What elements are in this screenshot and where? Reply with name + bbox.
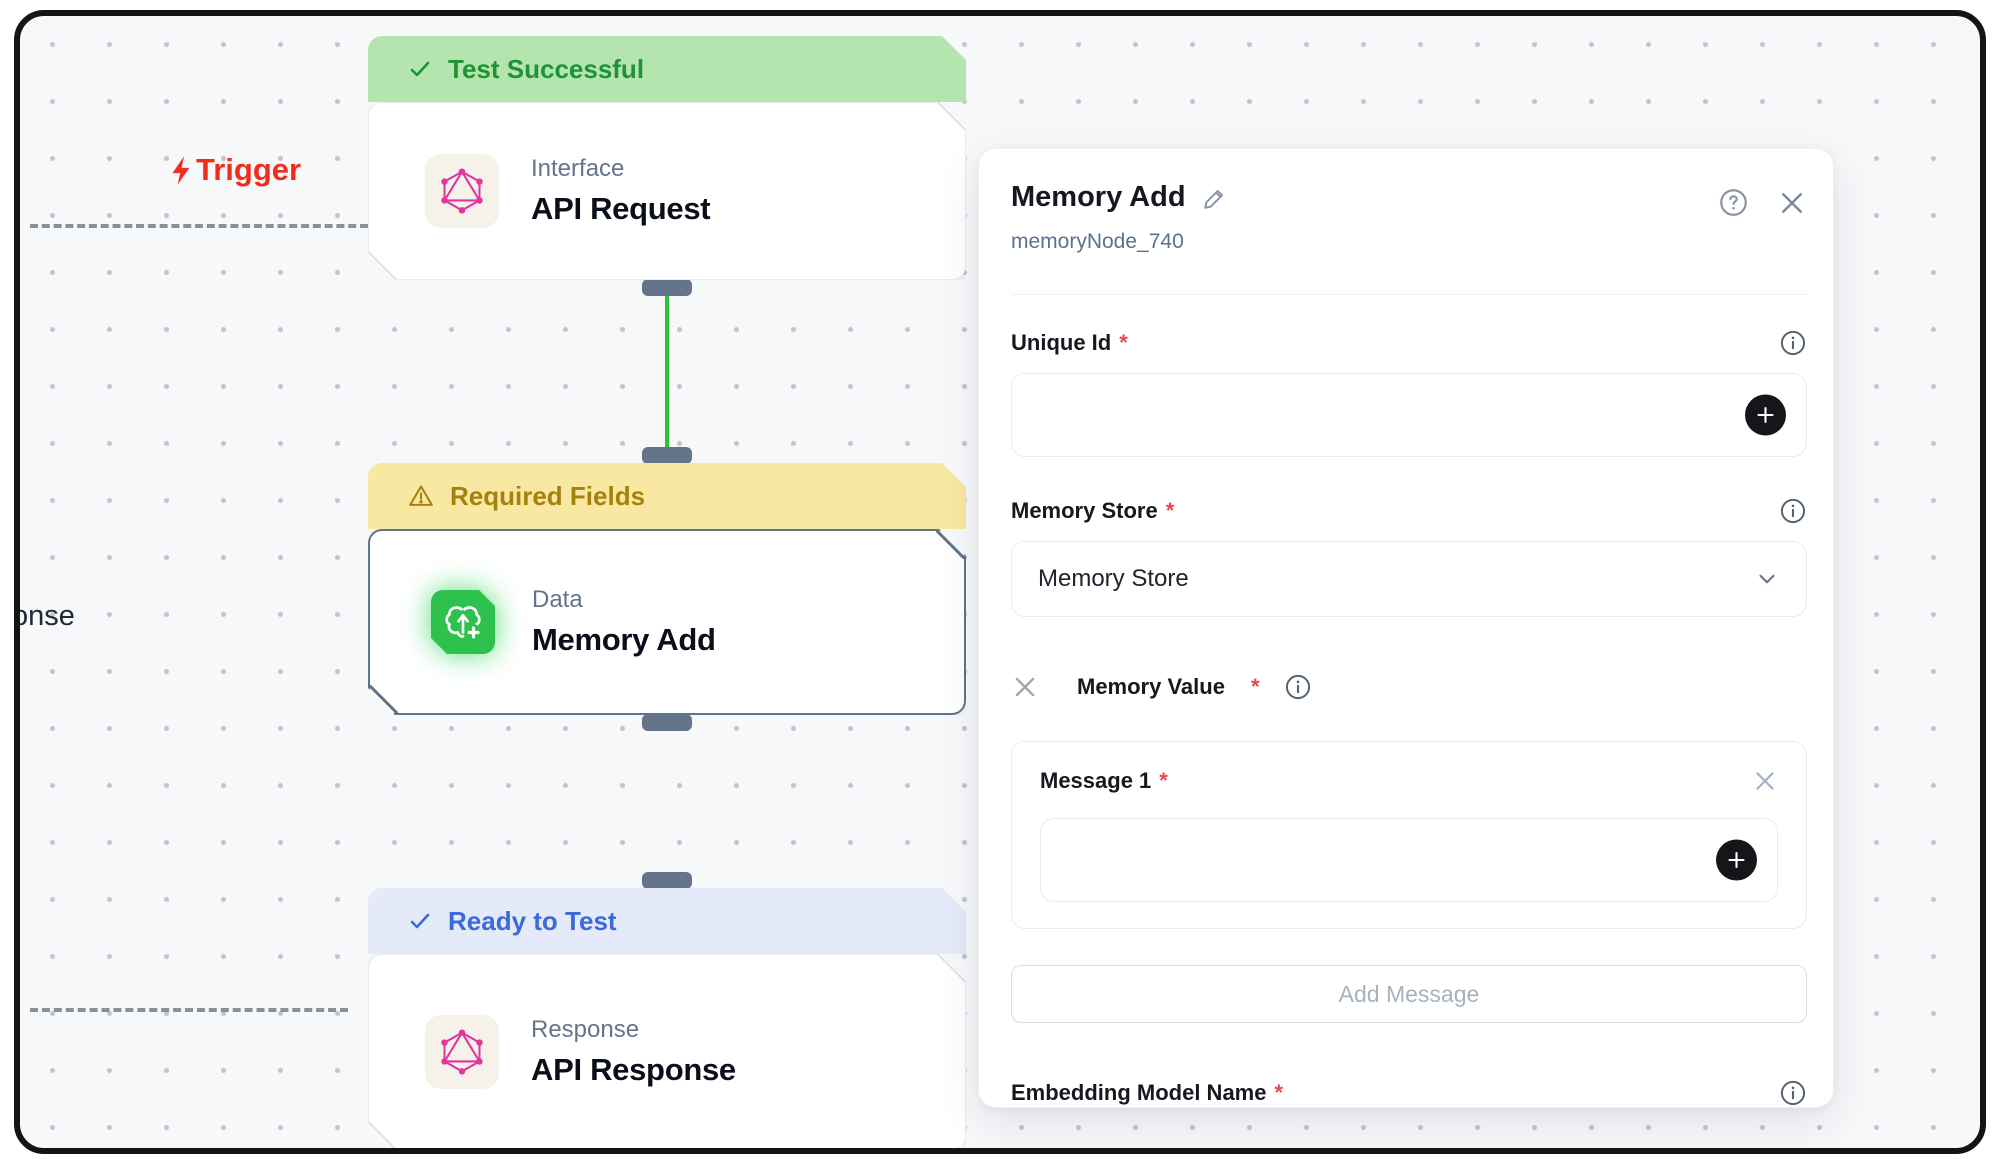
- plus-circle-icon[interactable]: [1745, 395, 1786, 436]
- chevron-down-icon: [1754, 566, 1780, 592]
- panel-header: Memory Add: [1011, 181, 1807, 218]
- trigger-badge: Trigger: [168, 152, 301, 188]
- info-circle-icon[interactable]: [1779, 1079, 1807, 1107]
- clipped-node-label: onse: [14, 600, 75, 633]
- node-card-api-request[interactable]: Interface API Request: [368, 102, 966, 280]
- required-marker: *: [1166, 498, 1175, 524]
- node-status-label: Ready to Test: [448, 906, 617, 937]
- node-card-memory-add[interactable]: Data Memory Add: [368, 529, 966, 715]
- message-input[interactable]: [1041, 819, 1777, 901]
- remove-memory-value-icon[interactable]: [1011, 673, 1039, 701]
- question-circle-icon[interactable]: [1718, 187, 1749, 218]
- node-card-api-response[interactable]: Response API Response: [368, 954, 966, 1150]
- node-title: API Response: [531, 1052, 736, 1088]
- handle-api-request-bottom[interactable]: [642, 279, 692, 296]
- node-status-label: Test Successful: [448, 54, 644, 85]
- unique-id-input-wrap: [1011, 373, 1807, 457]
- trigger-label: Trigger: [196, 152, 301, 188]
- unique-id-input[interactable]: [1012, 374, 1806, 456]
- close-icon[interactable]: [1777, 188, 1807, 218]
- field-memory-value: Memory Value *: [1011, 673, 1807, 701]
- required-marker: *: [1119, 330, 1128, 356]
- dashed-edge-bottom: [30, 1008, 348, 1012]
- field-memory-store: Memory Store * Memory Store: [1011, 497, 1807, 617]
- message-card: Message 1 *: [1011, 741, 1807, 929]
- warning-triangle-icon: [408, 483, 434, 509]
- lightning-bolt-icon: [168, 155, 195, 186]
- brain-add-icon: [431, 590, 495, 654]
- node-category: Interface: [531, 155, 710, 183]
- node-title: Memory Add: [532, 622, 716, 658]
- node-status-banner-ready: Ready to Test: [368, 888, 966, 954]
- app-window-frame: Trigger onse Test Successful: [14, 10, 1986, 1154]
- field-unique-id: Unique Id *: [1011, 329, 1807, 457]
- info-circle-icon[interactable]: [1779, 329, 1807, 357]
- selected-value: Memory Store: [1038, 565, 1189, 593]
- edge-api-request-to-memory-add: [665, 288, 669, 452]
- node-api-request[interactable]: Test Successful: [368, 36, 966, 280]
- node-api-response[interactable]: Ready to Test: [368, 888, 966, 1150]
- node-category: Data: [532, 586, 716, 614]
- handle-api-response-top[interactable]: [642, 872, 692, 889]
- screenshot-page: Trigger onse Test Successful: [0, 0, 2000, 1169]
- node-status-label: Required Fields: [450, 481, 645, 512]
- handle-memory-add-top[interactable]: [642, 447, 692, 464]
- message-input-wrap: [1040, 818, 1778, 902]
- node-title: API Request: [531, 191, 710, 227]
- check-icon: [408, 909, 432, 933]
- handle-memory-add-bottom[interactable]: [642, 714, 692, 731]
- node-config-panel: Memory Add: [978, 148, 1834, 1108]
- graphql-icon: [425, 154, 499, 228]
- field-label: Memory Store: [1011, 498, 1158, 524]
- graphql-icon: [425, 1015, 499, 1089]
- required-marker: *: [1251, 674, 1260, 700]
- node-status-banner-success: Test Successful: [368, 36, 966, 102]
- pencil-icon[interactable]: [1202, 185, 1228, 211]
- field-label: Embedding Model Name: [1011, 1080, 1266, 1106]
- info-circle-icon[interactable]: [1779, 497, 1807, 525]
- info-circle-icon[interactable]: [1284, 673, 1312, 701]
- required-marker: *: [1159, 768, 1168, 794]
- field-label: Unique Id: [1011, 330, 1111, 356]
- node-memory-add[interactable]: Required Fields: [368, 463, 966, 715]
- node-status-banner-warning: Required Fields: [368, 463, 966, 529]
- remove-message-icon[interactable]: [1752, 768, 1778, 794]
- field-label: Memory Value: [1077, 674, 1225, 700]
- field-label: Message 1: [1040, 768, 1151, 794]
- plus-circle-icon[interactable]: [1716, 840, 1757, 881]
- divider: [1011, 294, 1807, 295]
- node-category: Response: [531, 1016, 736, 1044]
- add-message-button[interactable]: Add Message: [1011, 965, 1807, 1023]
- check-icon: [408, 57, 432, 81]
- panel-title: Memory Add: [1011, 181, 1186, 214]
- required-marker: *: [1274, 1080, 1283, 1106]
- workflow-canvas: Trigger onse Test Successful: [14, 10, 1986, 1154]
- memory-store-select[interactable]: Memory Store: [1011, 541, 1807, 617]
- dashed-edge-top: [30, 224, 368, 228]
- node-id-label: memoryNode_740: [1011, 230, 1807, 254]
- field-embedding-model-name: Embedding Model Name *: [1011, 1079, 1807, 1107]
